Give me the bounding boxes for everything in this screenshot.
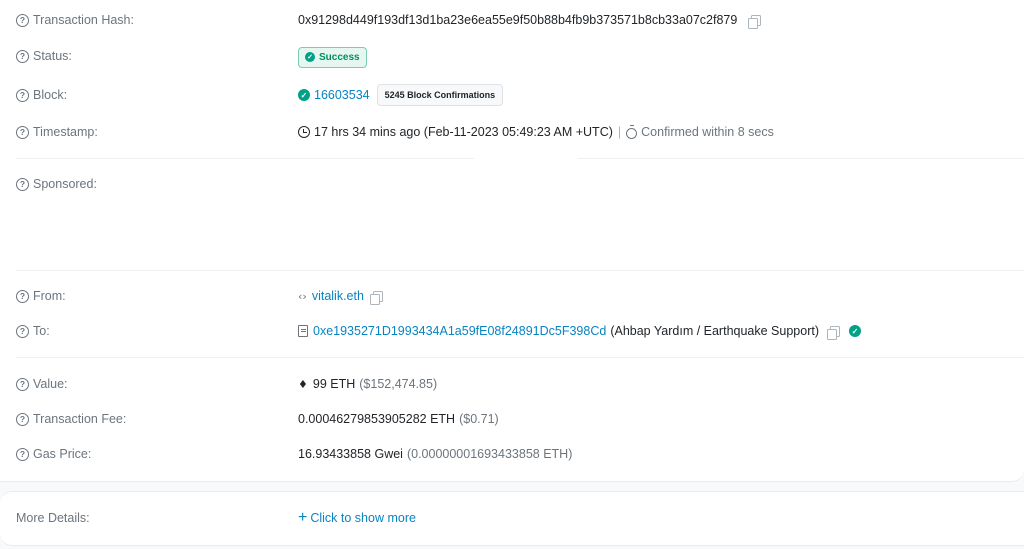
more-details-label: More Details:	[16, 511, 90, 525]
gas-value-wrap: 16.93433858 Gwei (0.00000001693433858 ET…	[298, 444, 572, 464]
fee-value-wrap: 0.00046279853905282 ETH ($0.71)	[298, 409, 499, 429]
code-icon: ‹›	[298, 289, 307, 303]
block-label: Block:	[33, 88, 68, 102]
transaction-details-card: ? Transaction Hash: 0x91298d449f193df13d…	[0, 0, 1024, 482]
confirmed-within: Confirmed within 8 secs	[641, 125, 774, 139]
status-label-wrap: ? Status:	[16, 46, 72, 66]
show-more-link[interactable]: Click to show more	[310, 511, 416, 525]
to-address-link[interactable]: 0xe1935271D1993434A1a59fE08f24891Dc5F398…	[313, 324, 606, 338]
stopwatch-icon	[626, 124, 638, 139]
to-label: To:	[33, 324, 50, 338]
timestamp-label: Timestamp:	[33, 125, 98, 139]
timestamp-label-wrap: ? Timestamp:	[16, 122, 98, 142]
question-circle-icon[interactable]: ?	[16, 289, 29, 303]
clock-icon	[298, 126, 310, 138]
gas-gwei: 16.93433858 Gwei	[298, 447, 403, 461]
from-label-wrap: ? From:	[16, 286, 66, 306]
question-circle-icon[interactable]: ?	[16, 447, 29, 461]
row-from: ? From: ‹› vitalik.eth	[0, 286, 1024, 306]
plus-icon: +	[298, 509, 308, 526]
copy-icon[interactable]	[827, 325, 840, 340]
check-circle-icon: ✓	[849, 325, 861, 337]
sponsored-label-wrap: ? Sponsored:	[16, 174, 97, 194]
row-sponsored: ? Sponsored:	[0, 174, 1024, 194]
timestamp-value-wrap: 17 hrs 34 mins ago (Feb-11-2023 05:49:23…	[298, 122, 774, 142]
value-label: Value:	[33, 377, 68, 391]
question-circle-icon[interactable]: ?	[16, 412, 29, 426]
gas-label-wrap: ? Gas Price:	[16, 444, 91, 464]
block-value-wrap: ✓ 16603534 5245 Block Confirmations	[298, 84, 504, 106]
row-to: ? To: 0xe1935271D1993434A1a59fE08f24891D…	[0, 321, 1024, 341]
sponsored-label: Sponsored:	[33, 177, 97, 191]
check-circle-icon: ✓	[305, 52, 315, 62]
fee-usd: ($0.71)	[459, 412, 499, 426]
gas-eth: (0.00000001693433858 ETH)	[406, 447, 573, 461]
question-circle-icon[interactable]: ?	[16, 377, 29, 391]
status-badge: ✓ Success	[298, 46, 367, 68]
fee-eth: 0.00046279853905282 ETH	[298, 412, 456, 426]
row-value: ? Value: ♦ 99 ETH ($152,474.85)	[0, 374, 1024, 394]
transaction-hash-value-wrap: 0x91298d449f193df13d1ba23e6ea55e9f50b88b…	[298, 10, 762, 30]
divider	[16, 158, 474, 159]
more-details-toggle[interactable]: + Click to show more	[298, 508, 416, 528]
question-circle-icon[interactable]: ?	[16, 324, 29, 338]
fee-label: Transaction Fee:	[33, 412, 127, 426]
row-timestamp: ? Timestamp: 17 hrs 34 mins ago (Feb-11-…	[0, 122, 1024, 142]
block-confirmations-badge: 5245 Block Confirmations	[376, 84, 504, 106]
row-status: ? Status: ✓ Success	[0, 46, 1024, 68]
question-circle-icon[interactable]: ?	[16, 177, 29, 191]
ethereum-icon: ♦	[298, 377, 308, 391]
transaction-hash-label: Transaction Hash:	[33, 13, 134, 27]
question-circle-icon[interactable]: ?	[16, 88, 29, 102]
row-more-details: More Details: + Click to show more	[0, 508, 1024, 528]
transaction-hash-value[interactable]: 0x91298d449f193df13d1ba23e6ea55e9f50b88b…	[298, 13, 737, 27]
row-block: ? Block: ✓ 16603534 5245 Block Confirmat…	[0, 84, 1024, 106]
row-transaction-hash: ? Transaction Hash: 0x91298d449f193df13d…	[0, 10, 1024, 30]
transaction-hash-label-wrap: ? Transaction Hash:	[16, 10, 134, 30]
contract-file-icon	[298, 325, 308, 337]
check-circle-icon: ✓	[298, 89, 310, 101]
to-value-wrap: 0xe1935271D1993434A1a59fE08f24891Dc5F398…	[298, 321, 865, 341]
copy-icon[interactable]	[369, 290, 383, 305]
divider	[578, 158, 1024, 159]
more-details-card: More Details: + Click to show more	[0, 491, 1024, 546]
row-transaction-fee: ? Transaction Fee: 0.00046279853905282 E…	[0, 409, 1024, 429]
to-name: (Ahbap Yardım / Earthquake Support)	[610, 324, 819, 338]
from-address-link[interactable]: vitalik.eth	[312, 289, 364, 303]
row-gas-price: ? Gas Price: 16.93433858 Gwei (0.0000000…	[0, 444, 1024, 464]
separator: |	[617, 125, 622, 139]
divider	[16, 270, 1024, 271]
fee-label-wrap: ? Transaction Fee:	[16, 409, 126, 429]
to-label-wrap: ? To:	[16, 321, 50, 341]
from-label: From:	[33, 289, 66, 303]
question-circle-icon[interactable]: ?	[16, 13, 29, 27]
value-label-wrap: ? Value:	[16, 374, 68, 394]
block-label-wrap: ? Block:	[16, 85, 67, 105]
value-value-wrap: ♦ 99 ETH ($152,474.85)	[298, 374, 437, 394]
divider	[16, 357, 1024, 358]
question-circle-icon[interactable]: ?	[16, 125, 29, 139]
gas-label: Gas Price:	[33, 447, 92, 461]
from-value-wrap: ‹› vitalik.eth	[298, 286, 383, 306]
value-eth: 99 ETH	[312, 377, 356, 391]
status-value-wrap: ✓ Success	[298, 46, 367, 68]
status-label: Status:	[33, 49, 72, 63]
value-usd: ($152,474.85)	[359, 377, 438, 391]
timestamp-value: 17 hrs 34 mins ago (Feb-11-2023 05:49:23…	[314, 125, 613, 139]
copy-icon[interactable]	[748, 14, 762, 29]
question-circle-icon[interactable]: ?	[16, 49, 29, 63]
block-number-link[interactable]: 16603534	[314, 88, 370, 102]
status-badge-text: Success	[319, 51, 360, 63]
